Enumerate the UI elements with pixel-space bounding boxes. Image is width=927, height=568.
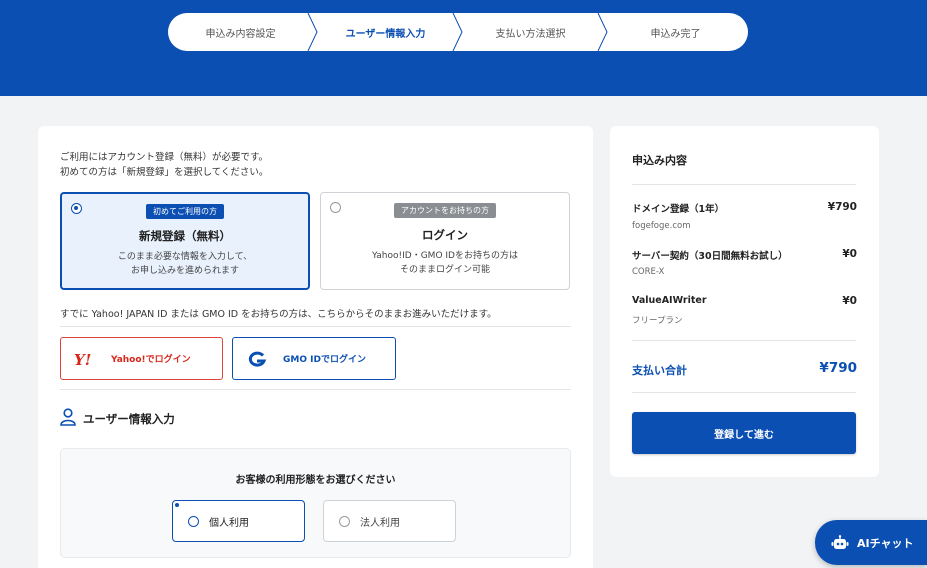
user-info-heading: ユーザー情報入力 [60, 408, 175, 429]
desc-line: お申し込みを進められます [130, 266, 239, 276]
gmo-login-label: GMO IDでログイン [283, 355, 366, 365]
existing-id-notice: すでに Yahoo! JAPAN ID または GMO ID をお持ちの方は、こ… [60, 309, 497, 320]
desc-line: そのままログイン可能 [399, 265, 490, 275]
radio-icon[interactable] [71, 203, 82, 214]
step-label: ユーザー情報入力 [345, 28, 426, 40]
step-separator-icon [307, 13, 318, 51]
account-intro: ご利用にはアカウント登録（無料）が必要です。 初めての方は「新規登録」を選択して… [60, 150, 268, 180]
gmo-login-button[interactable]: GMO IDでログイン [232, 337, 396, 380]
radio-icon[interactable] [339, 515, 350, 527]
divider [632, 184, 856, 185]
step-payment-method: 支払い方法選択 [458, 13, 608, 51]
usage-type-question: お客様の利用形態をお選びください [235, 475, 396, 486]
item-price-writer: ¥0 [842, 295, 857, 307]
section-title-label: ユーザー情報入力 [83, 411, 175, 426]
radio-icon[interactable] [188, 515, 199, 527]
divider [60, 326, 571, 327]
step-label: 支払い方法選択 [495, 28, 566, 40]
ai-chat-button[interactable]: AIチャット [815, 520, 927, 565]
progress-stepper: 申込み内容設定 ユーザー情報入力 支払い方法選択 申込み完了 [168, 13, 748, 51]
option-label: 個人利用 [209, 517, 249, 529]
item-sub-server: CORE-X [632, 267, 665, 277]
option-description: このまま必要な情報を入力して、 お申し込みを進められます [62, 250, 308, 278]
item-sub-writer: フリープラン [632, 316, 683, 326]
option-title: ログイン [422, 228, 468, 242]
corporate-use-option[interactable]: 法人利用 [323, 500, 456, 542]
intro-line: ご利用にはアカウント登録（無料）が必要です。 [60, 152, 269, 163]
ai-chat-label: AIチャット [857, 536, 914, 550]
step-separator-icon [452, 13, 463, 51]
main-form-card: ご利用にはアカウント登録（無料）が必要です。 初めての方は「新規登録」を選択して… [38, 126, 593, 568]
divider [60, 389, 571, 390]
gmo-logo-icon [245, 351, 269, 367]
option-label: 法人利用 [360, 517, 400, 529]
usage-type-box: お客様の利用形態をお選びください 個人利用 法人利用 [60, 448, 571, 558]
new-registration-option[interactable]: 初めてご利用の方 新規登録（無料） このまま必要な情報を入力して、 お申し込みを… [60, 192, 310, 290]
desc-line: このまま必要な情報を入力して、 [117, 252, 253, 262]
has-account-badge: アカウントをお持ちの方 [394, 203, 496, 218]
radio-icon[interactable] [330, 202, 341, 213]
yahoo-login-label: Yahoo!でログイン [111, 355, 191, 365]
user-icon [60, 408, 76, 429]
summary-title: 申込み内容 [632, 154, 687, 167]
item-price-server: ¥0 [842, 248, 857, 260]
step-separator-icon [597, 13, 608, 51]
option-description: Yahoo!ID・GMO IDをお持ちの方は そのままログイン可能 [321, 249, 569, 277]
yahoo-logo-icon: Y! [73, 351, 97, 367]
item-name-server: サーバー契約（30日間無料お試し） [632, 251, 788, 262]
step-label: 申込み内容設定 [205, 28, 276, 40]
order-summary-card: 申込み内容 ドメイン登録（1年） ¥790 fogefoge.com サーバー契… [610, 126, 879, 477]
step-label: 申込み完了 [650, 28, 701, 40]
robot-icon [831, 534, 849, 551]
step-user-info: ユーザー情報入力 [313, 13, 463, 51]
desc-line: Yahoo!ID・GMO IDをお持ちの方は [372, 251, 518, 261]
item-sub-domain: fogefoge.com [632, 221, 691, 231]
login-option[interactable]: アカウントをお持ちの方 ログイン Yahoo!ID・GMO IDをお持ちの方は … [320, 192, 570, 290]
first-time-badge: 初めてご利用の方 [146, 204, 224, 219]
step-order-settings: 申込み内容設定 [168, 13, 318, 51]
yahoo-login-button[interactable]: Y! Yahoo!でログイン [60, 337, 223, 380]
option-title: 新規登録（無料） [139, 229, 231, 243]
divider [632, 392, 856, 393]
total-price: ¥790 [819, 360, 857, 376]
personal-use-option[interactable]: 個人利用 [172, 500, 305, 542]
item-name-writer: ValueAIWriter [632, 295, 707, 306]
step-complete: 申込み完了 [603, 13, 748, 51]
svg-text:Y!: Y! [74, 351, 91, 367]
total-label: 支払い合計 [632, 364, 687, 377]
divider [632, 340, 856, 341]
register-continue-button[interactable]: 登録して進む [632, 412, 856, 454]
intro-line: 初めての方は「新規登録」を選択してください。 [60, 167, 269, 178]
item-name-domain: ドメイン登録（1年） [632, 204, 725, 215]
item-price-domain: ¥790 [827, 201, 857, 213]
